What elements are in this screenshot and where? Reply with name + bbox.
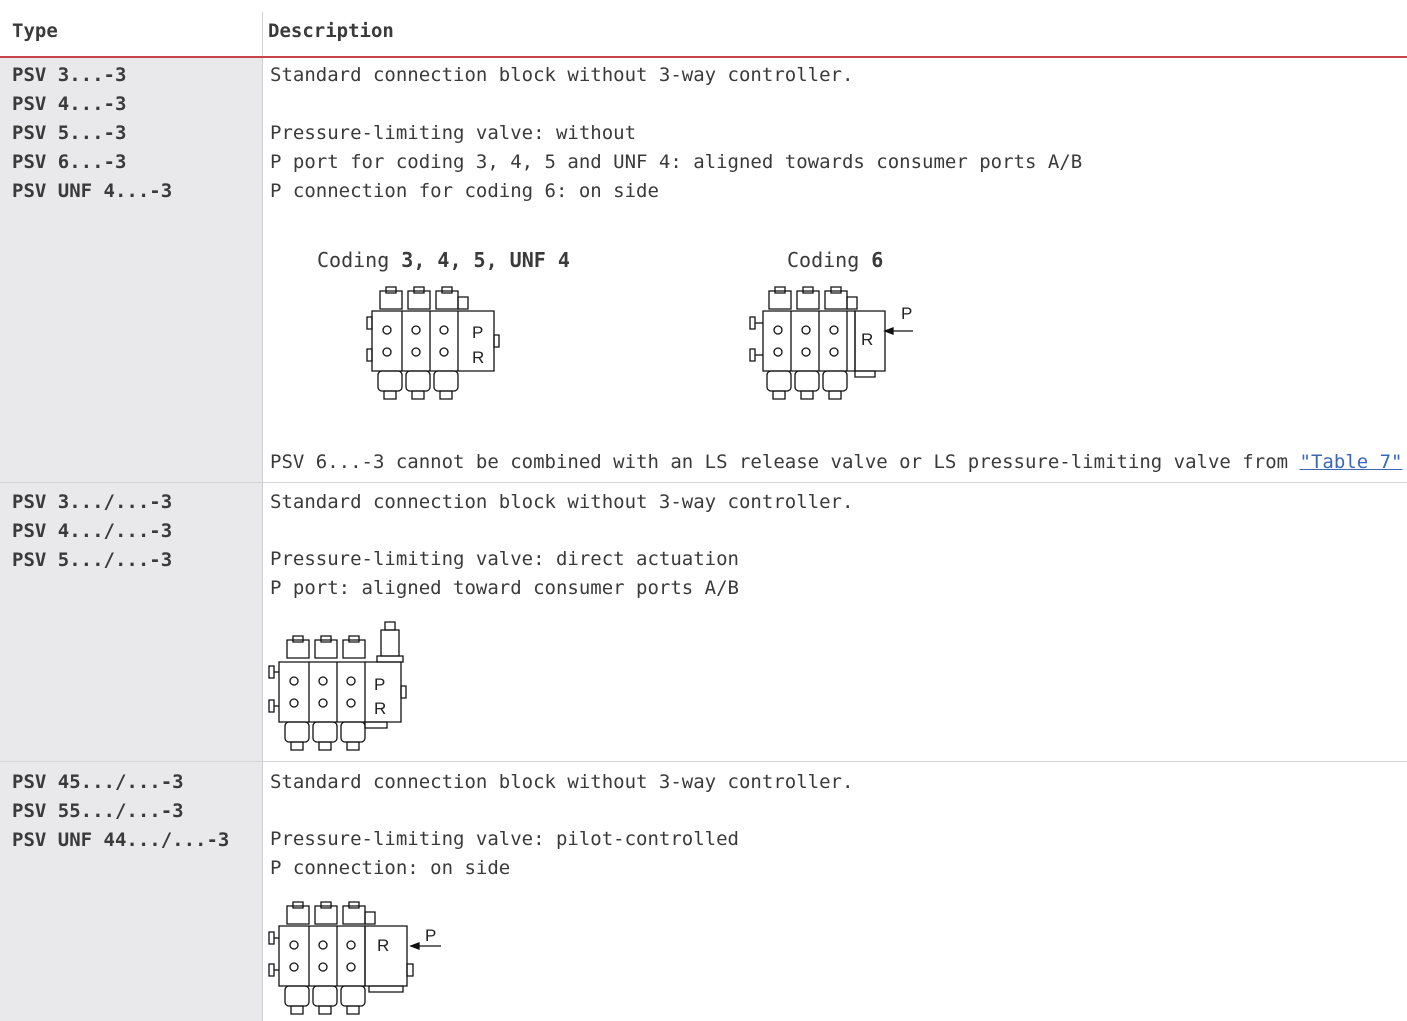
description-line: P port: aligned toward consumer ports A/… (270, 577, 739, 599)
port-label: P (425, 926, 436, 945)
port-label: R (861, 330, 873, 349)
caption-prefix: Coding (317, 248, 402, 272)
port-label: R (377, 936, 389, 955)
type-code: PSV 3...-3 (12, 64, 127, 86)
description-line: P connection for coding 6: on side (270, 180, 659, 202)
description-line: Standard connection block without 3-way … (270, 64, 854, 86)
caption-bold: 6 (871, 248, 884, 272)
type-list: PSV 45.../...-3 PSV 55.../...-3 PSV UNF … (12, 768, 229, 855)
valve-block-side-p-drawing: R P (745, 283, 915, 405)
description-line: Pressure-limiting valve: direct actuatio… (270, 548, 739, 570)
port-label: R (472, 348, 484, 367)
compatibility-note: PSV 6...-3 cannot be combined with an LS… (270, 448, 1407, 477)
row-divider (0, 761, 1407, 762)
note-text: PSV 6...-3 cannot be combined with an LS… (270, 451, 1300, 473)
type-code: PSV UNF 44.../...-3 (12, 829, 230, 851)
coding-caption-right: Coding 6 (787, 248, 883, 272)
column-divider (262, 58, 263, 1021)
caption-bold: 3, 4, 5, UNF 4 (401, 248, 570, 272)
description-line: P connection: on side (270, 857, 511, 879)
port-label: R (374, 699, 386, 718)
type-list: PSV 3.../...-3 PSV 4.../...-3 PSV 5.../.… (12, 488, 172, 575)
caption-prefix: Coding (787, 248, 872, 272)
type-code: PSV 3.../...-3 (12, 491, 173, 513)
description-column-header: Description (268, 20, 394, 42)
type-list: PSV 3...-3 PSV 4...-3 PSV 5...-3 PSV 6..… (12, 61, 172, 206)
type-column-header: Type (12, 20, 58, 42)
type-code: PSV 4.../...-3 (12, 520, 173, 542)
description-line: P port for coding 3, 4, 5 and UNF 4: ali… (270, 151, 1083, 173)
valve-block-relief-drawing: P R (265, 620, 415, 754)
port-label: P (901, 304, 912, 323)
valve-block-drawing: P R (362, 283, 512, 405)
description-line: Pressure-limiting valve: without (270, 122, 637, 144)
type-code: PSV 5.../...-3 (12, 549, 173, 571)
valve-type-table: Type Description PSV 3...-3 PSV 4...-3 P… (0, 0, 1407, 1021)
table-7-link[interactable]: "Table 7" (1300, 451, 1403, 473)
port-label: P (472, 323, 483, 342)
port-label: P (374, 675, 385, 694)
description-line: Standard connection block without 3-way … (270, 771, 854, 793)
type-code: PSV 45.../...-3 (12, 771, 184, 793)
description-line: Standard connection block without 3-way … (270, 491, 854, 513)
type-code: PSV 4...-3 (12, 93, 127, 115)
row-divider (0, 482, 1407, 483)
type-code: PSV 6...-3 (12, 151, 127, 173)
header-divider (262, 12, 263, 56)
coding-caption-left: Coding 3, 4, 5, UNF 4 (317, 248, 570, 272)
table-header: Type Description (0, 0, 1407, 58)
type-code: PSV UNF 4...-3 (12, 180, 173, 202)
valve-block-pilot-drawing: R P (265, 898, 445, 1021)
description-line: Pressure-limiting valve: pilot-controlle… (270, 828, 739, 850)
note-suffix: . (1402, 451, 1407, 473)
type-code: PSV 55.../...-3 (12, 800, 184, 822)
type-code: PSV 5...-3 (12, 122, 127, 144)
